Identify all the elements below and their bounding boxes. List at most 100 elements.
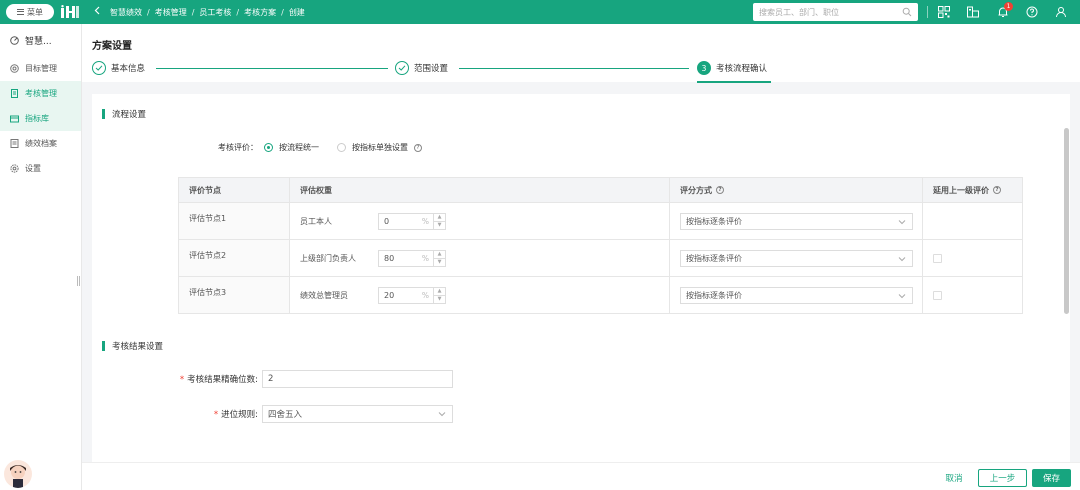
hamburger-icon <box>17 9 24 15</box>
sidebar-item-goals[interactable]: 目标管理 <box>0 56 81 81</box>
org-icon[interactable] <box>966 5 980 19</box>
evaluation-table: 评价节点 评估权重 评分方式 ? 延用上一级评价 ? 评估节点1 员工本人 0 … <box>178 177 1023 314</box>
search-icon[interactable] <box>902 7 912 17</box>
menu-label: 菜单 <box>27 7 43 17</box>
radio-unified-label[interactable]: 按流程统一 <box>279 142 319 153</box>
breadcrumb-item[interactable]: 智慧绩效 <box>110 7 142 18</box>
scrollbar[interactable] <box>1064 128 1069 314</box>
qrcode-icon[interactable] <box>937 5 951 19</box>
role-label: 绩效总管理员 <box>300 290 348 300</box>
dashboard-icon <box>10 35 19 45</box>
cancel-button[interactable]: 取消 <box>934 469 974 487</box>
active-step-underline <box>697 81 771 83</box>
col-header-method: 评分方式 ? <box>669 178 922 202</box>
chevron-down-icon: ▼ <box>437 222 442 228</box>
col-header-weight: 评估权重 <box>289 178 669 202</box>
sidebar: 智慧... 目标管理 考核管理 指标库 绩效档案 设置 <box>0 24 82 490</box>
breadcrumb-item[interactable]: 考核管理 <box>155 7 187 18</box>
target-icon <box>10 64 19 73</box>
radio-per-indicator[interactable] <box>337 143 346 152</box>
precision-input[interactable]: 2 <box>262 370 453 388</box>
breadcrumb-item[interactable]: 考核方案 <box>244 7 276 18</box>
method-select[interactable]: 按指标逐条评价 <box>680 249 913 267</box>
sidebar-item-archive[interactable]: 绩效档案 <box>0 131 81 156</box>
app-logo[interactable] <box>60 4 80 20</box>
role-label: 员工本人 <box>300 216 332 226</box>
inherit-checkbox[interactable] <box>933 253 942 263</box>
precision-label: 考核结果精确位数: <box>187 375 258 385</box>
breadcrumb-item-current: 创建 <box>288 7 305 17</box>
step-connector <box>459 68 689 69</box>
eval-label: 考核评价： <box>218 143 258 152</box>
sidebar-item-indicators[interactable]: 指标库 <box>0 106 81 131</box>
page-title: 方案设置 <box>92 41 132 52</box>
bell-icon[interactable]: 1 <box>996 2 1013 19</box>
weight-stepper[interactable]: ▲ ▼ <box>433 287 445 303</box>
box-icon <box>10 114 19 123</box>
chevron-down-icon: ▼ <box>437 296 442 302</box>
step-label: 考核流程确认 <box>716 64 768 74</box>
table-row: 评估节点3 绩效总管理员 20 % ▲ ▼ 按指标逐条评价 <box>179 276 1022 313</box>
notification-badge: 1 <box>1004 2 1013 11</box>
breadcrumb-item[interactable]: 员工考核 <box>199 7 231 18</box>
method-cell: 按指标逐条评价 <box>669 277 922 313</box>
help-icon[interactable]: ? <box>716 186 724 194</box>
rounding-label: 进位规则: <box>221 410 258 420</box>
chevron-down-icon: ▼ <box>437 259 442 265</box>
sidebar-item-label: 设置 <box>25 164 41 173</box>
archive-icon <box>10 139 19 148</box>
step-number: 3 <box>697 61 711 75</box>
search-input[interactable]: 搜索员工、部门、职位 <box>753 3 918 21</box>
help-icon[interactable]: ? <box>414 143 422 152</box>
step-process-confirm[interactable]: 3 考核流程确认 <box>697 61 767 75</box>
back-arrow-icon[interactable] <box>92 6 102 18</box>
method-select[interactable]: 按指标逐条评价 <box>680 212 913 230</box>
user-icon[interactable] <box>1054 5 1068 19</box>
breadcrumb: 智慧绩效 / 考核管理 / 员工考核 / 考核方案 / 创建 <box>110 7 305 18</box>
chevron-down-icon <box>898 256 906 261</box>
sidebar-collapse-handle[interactable] <box>77 276 80 286</box>
table-header: 评价节点 评估权重 评分方式 ? 延用上一级评价 ? <box>179 178 1022 202</box>
search-placeholder: 搜索员工、部门、职位 <box>759 7 839 17</box>
weight-input[interactable]: 20 % ▲ ▼ <box>378 286 446 304</box>
role-label: 上级部门负责人 <box>300 253 356 263</box>
stepper: 基本信息 范围设置 3 考核流程确认 <box>92 61 1072 83</box>
precision-row: * 考核结果精确位数: 2 <box>170 370 453 388</box>
col-header-node: 评价节点 <box>189 185 221 195</box>
assistant-avatar[interactable] <box>4 460 32 488</box>
document-icon <box>10 89 19 98</box>
evaluation-mode: 考核评价： 按流程统一 按指标单独设置 ? <box>218 142 422 153</box>
inherit-checkbox[interactable] <box>933 290 942 300</box>
sidebar-item-settings[interactable]: 设置 <box>0 156 81 181</box>
inherit-cell <box>922 240 1022 276</box>
radio-unified[interactable] <box>264 143 273 152</box>
weight-cell: 绩效总管理员 20 % ▲ ▼ <box>289 277 669 313</box>
weight-stepper[interactable]: ▲ ▼ <box>433 213 445 229</box>
sidebar-item-label: 考核管理 <box>25 89 57 98</box>
weight-input[interactable]: 0 % ▲ ▼ <box>378 212 446 230</box>
weight-stepper[interactable]: ▲ ▼ <box>433 250 445 266</box>
step-basic-info[interactable]: 基本信息 <box>92 61 145 75</box>
prev-step-button[interactable]: 上一步 <box>978 469 1027 487</box>
form-card: 流程设置 考核评价： 按流程统一 按指标单独设置 ? 评价节点 评估权重 评分方… <box>92 94 1070 462</box>
sidebar-item-assessment[interactable]: 考核管理 <box>0 81 81 106</box>
menu-button[interactable]: 菜单 <box>6 4 54 20</box>
sidebar-item-label: 目标管理 <box>25 64 57 73</box>
weight-input[interactable]: 80 % ▲ ▼ <box>378 249 446 267</box>
method-select[interactable]: 按指标逐条评价 <box>680 286 913 304</box>
check-icon <box>395 61 409 75</box>
rounding-select[interactable]: 四舍五入 <box>262 405 453 423</box>
sidebar-head[interactable]: 智慧... <box>0 24 81 56</box>
top-bar: 菜单 智慧绩效 / 考核管理 / 员工考核 / 考核方案 / 创建 搜索员工、部… <box>0 0 1080 24</box>
check-icon <box>92 61 106 75</box>
table-row: 评估节点1 员工本人 0 % ▲ ▼ 按指标逐条评价 <box>179 202 1022 239</box>
save-button[interactable]: 保存 <box>1032 469 1071 487</box>
help-icon[interactable]: ? <box>993 186 1001 194</box>
radio-per-indicator-label[interactable]: 按指标单独设置 <box>352 142 408 153</box>
rounding-row: * 进位规则: 四舍五入 <box>170 405 453 423</box>
table-row: 评估节点2 上级部门负责人 80 % ▲ ▼ 按指标逐条评价 <box>179 239 1022 276</box>
weight-cell: 员工本人 0 % ▲ ▼ <box>289 203 669 239</box>
help-icon[interactable] <box>1025 5 1039 19</box>
step-scope[interactable]: 范围设置 <box>395 61 448 75</box>
footer-bar: 取消 上一步 保存 <box>82 462 1080 490</box>
